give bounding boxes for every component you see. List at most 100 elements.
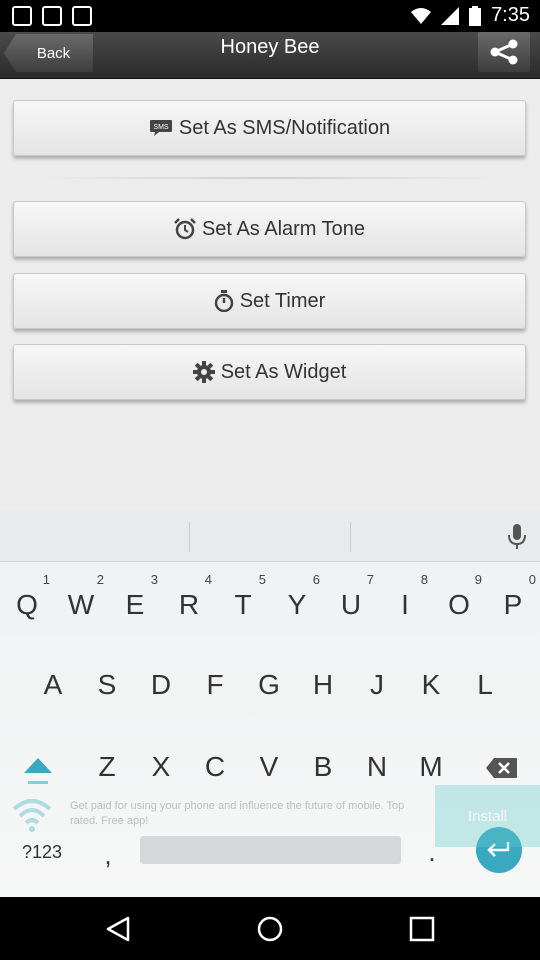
content-area: SMS Set As SMS/Notification Set As Alarm… xyxy=(0,80,540,510)
suggestion-divider xyxy=(189,522,190,552)
share-button[interactable] xyxy=(478,32,530,72)
suggestion-bar xyxy=(0,510,540,562)
key-label: K xyxy=(421,669,441,700)
key-number-hint: 4 xyxy=(204,572,212,587)
set-alarm-tone-button[interactable]: Set As Alarm Tone xyxy=(13,201,526,257)
key-t[interactable]: T5 xyxy=(216,570,270,640)
alarm-clock-icon xyxy=(174,218,196,240)
notification-icon xyxy=(42,6,62,26)
battery-icon xyxy=(469,5,482,26)
key-label: D xyxy=(150,669,172,700)
page-title: Honey Bee xyxy=(220,36,320,58)
key-label: E xyxy=(125,589,145,620)
key-number-hint: 1 xyxy=(42,572,50,587)
ad-banner[interactable]: Get paid for using your phone and influe… xyxy=(0,785,540,847)
key-label: R xyxy=(178,589,200,620)
key-p[interactable]: P0 xyxy=(486,570,540,640)
wifi-ad-icon xyxy=(12,799,52,832)
wifi-icon xyxy=(411,7,432,24)
key-number-hint: 0 xyxy=(528,572,536,587)
key-o[interactable]: O9 xyxy=(432,570,486,640)
stopwatch-icon xyxy=(214,290,233,312)
svg-text:SMS: SMS xyxy=(153,124,169,131)
key-k[interactable]: K xyxy=(404,650,458,720)
key-label: I xyxy=(401,589,409,620)
button-label: Set Timer xyxy=(239,289,326,312)
sms-icon: SMS xyxy=(149,120,172,136)
key-number-hint: 5 xyxy=(258,572,266,587)
key-label: T xyxy=(234,589,252,620)
key-label: S xyxy=(97,669,117,700)
key-label: W xyxy=(67,589,95,620)
share-icon xyxy=(490,39,518,65)
key-number-hint: 8 xyxy=(420,572,428,587)
key-label: J xyxy=(370,669,384,700)
backspace-icon xyxy=(486,758,517,778)
ad-text: Get paid for using your phone and influe… xyxy=(70,800,405,827)
microphone-icon xyxy=(508,524,526,549)
key-h[interactable]: H xyxy=(296,650,350,720)
key-r[interactable]: R4 xyxy=(162,570,216,640)
key-label: L xyxy=(477,669,493,700)
set-timer-button[interactable]: Set Timer xyxy=(13,273,526,329)
key-d[interactable]: D xyxy=(134,650,188,720)
key-label: F xyxy=(206,669,224,700)
gear-icon xyxy=(192,361,215,383)
key-label: Z xyxy=(98,751,116,782)
microphone-button[interactable] xyxy=(508,524,526,555)
key-number-hint: 9 xyxy=(474,572,482,587)
key-label: B xyxy=(313,751,333,782)
key-label: U xyxy=(340,589,362,620)
key-label: O xyxy=(448,589,470,620)
key-label: G xyxy=(258,669,280,700)
shift-key[interactable] xyxy=(18,750,58,790)
key-f[interactable]: F xyxy=(188,650,242,720)
key-u[interactable]: U7 xyxy=(324,570,378,640)
button-label: Set As SMS/Notification xyxy=(178,116,391,139)
backspace-key[interactable] xyxy=(484,752,520,784)
key-label: P xyxy=(503,589,523,620)
app-bar: Back Honey Bee xyxy=(0,32,540,79)
key-g[interactable]: G xyxy=(242,650,296,720)
key-label: H xyxy=(312,669,334,700)
key-y[interactable]: Y6 xyxy=(270,570,324,640)
key-label: V xyxy=(259,751,279,782)
key-label: Q xyxy=(16,589,38,620)
key-label: M xyxy=(419,751,443,782)
install-button[interactable]: Install xyxy=(435,785,540,847)
key-s[interactable]: S xyxy=(80,650,134,720)
button-label: Set As Widget xyxy=(220,360,347,383)
key-i[interactable]: I8 xyxy=(378,570,432,640)
key-q[interactable]: Q1 xyxy=(0,570,54,640)
key-w[interactable]: W2 xyxy=(54,570,108,640)
status-time: 7:35 xyxy=(491,4,530,26)
status-notifications xyxy=(12,6,92,26)
home-nav-icon[interactable] xyxy=(256,915,284,943)
key-number-hint: 2 xyxy=(96,572,104,587)
recents-nav-icon[interactable] xyxy=(408,915,436,943)
key-number-hint: 6 xyxy=(312,572,320,587)
key-l[interactable]: L xyxy=(458,650,512,720)
key-label: Y xyxy=(287,589,307,620)
key-label: A xyxy=(43,669,63,700)
key-label: N xyxy=(366,751,388,782)
key-label: X xyxy=(151,751,171,782)
back-nav-icon[interactable] xyxy=(104,915,132,943)
button-label: Set As Alarm Tone xyxy=(201,217,366,240)
key-a[interactable]: A xyxy=(26,650,80,720)
key-number-hint: 7 xyxy=(366,572,374,587)
key-label: C xyxy=(204,751,226,782)
navigation-bar xyxy=(0,897,540,960)
shift-arrow-icon xyxy=(24,758,52,784)
key-e[interactable]: E3 xyxy=(108,570,162,640)
set-sms-notification-button[interactable]: SMS Set As SMS/Notification xyxy=(13,100,526,156)
notification-icon xyxy=(12,6,32,26)
suggestion-divider xyxy=(350,522,351,552)
key-j[interactable]: J xyxy=(350,650,404,720)
set-widget-button[interactable]: Set As Widget xyxy=(13,344,526,400)
divider xyxy=(40,177,500,179)
signal-icon xyxy=(441,6,460,25)
status-bar: 7:35 xyxy=(0,0,540,32)
key-number-hint: 3 xyxy=(150,572,158,587)
notification-icon xyxy=(72,6,92,26)
